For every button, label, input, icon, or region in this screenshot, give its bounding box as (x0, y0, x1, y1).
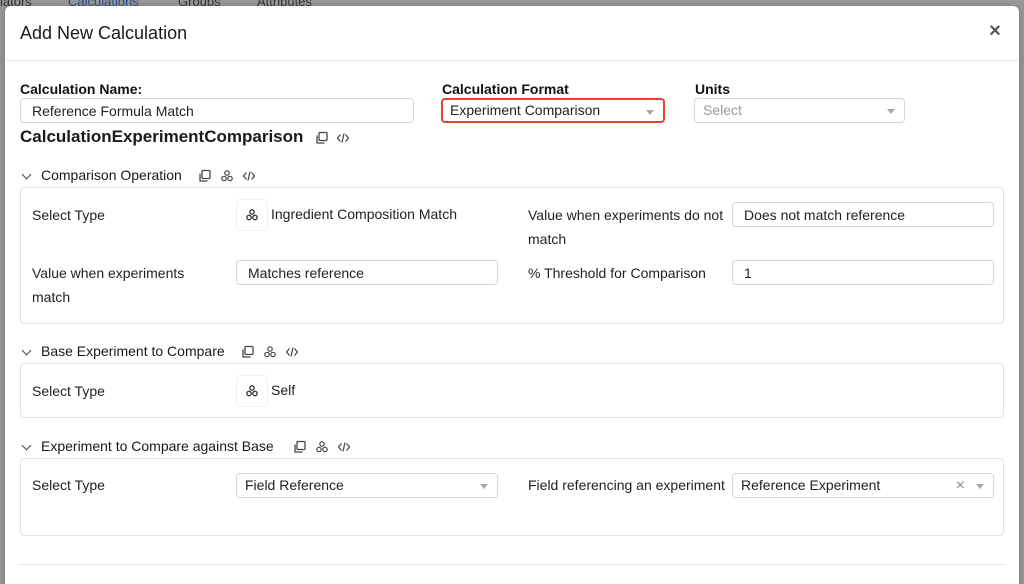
calculation-name-input[interactable] (20, 98, 414, 123)
clear-icon[interactable]: × (956, 474, 965, 497)
copy-icon[interactable] (315, 131, 329, 145)
threshold-input[interactable] (732, 260, 994, 285)
field-referencing-label: Field referencing an experiment (528, 477, 725, 493)
field-reference-select[interactable]: Field Reference (236, 473, 498, 498)
units-placeholder: Select (703, 102, 742, 118)
section-title: Base Experiment to Compare (41, 343, 225, 359)
no-match-input[interactable] (732, 202, 994, 227)
threshold-label: % Threshold for Comparison (528, 265, 706, 281)
chevron-down-icon (21, 345, 32, 356)
cluster-icon[interactable] (220, 169, 234, 183)
chevron-down-icon (976, 484, 984, 489)
code-icon[interactable] (336, 131, 350, 145)
section-title: Experiment to Compare against Base (41, 438, 274, 454)
chevron-down-icon (21, 440, 32, 451)
code-icon[interactable] (337, 440, 351, 454)
match-label: Value when experiments match (32, 265, 185, 305)
copy-icon[interactable] (198, 169, 212, 183)
copy-icon[interactable] (293, 440, 307, 454)
select-type-value: Ingredient Composition Match (271, 206, 457, 222)
type-selector[interactable] (237, 200, 267, 230)
units-select[interactable]: Select (694, 98, 905, 123)
calculation-name-label: Calculation Name: (20, 81, 143, 97)
chevron-down-icon (887, 109, 895, 114)
reference-experiment-select[interactable]: Reference Experiment × (732, 473, 994, 498)
comparison-operation-panel: Select Type Ingredient Composition Match… (20, 187, 1004, 324)
select-type-label: Select Type (32, 477, 105, 493)
section-header-base-experiment[interactable]: Base Experiment to Compare (20, 343, 260, 361)
chevron-down-icon (646, 110, 654, 115)
section-title: Comparison Operation (41, 167, 182, 183)
section-header-compare-against[interactable]: Experiment to Compare against Base (20, 438, 310, 456)
calculation-identifier: CalculationExperimentComparison (20, 127, 304, 146)
select-type-label: Select Type (32, 207, 105, 223)
calculation-format-label: Calculation Format (442, 81, 569, 97)
code-icon[interactable] (242, 169, 256, 183)
base-experiment-panel: Select Type Self (20, 363, 1004, 418)
no-match-label: Value when experiments do not match (528, 207, 724, 247)
calculation-format-select[interactable]: Experiment Comparison (441, 98, 665, 123)
modal-title: Add New Calculation (20, 23, 188, 43)
select-type-label: Select Type (32, 383, 105, 399)
calculation-format-value: Experiment Comparison (450, 102, 601, 118)
reference-experiment-value: Reference Experiment (741, 477, 881, 493)
divider (20, 564, 1004, 565)
units-label: Units (695, 81, 730, 97)
field-reference-value: Field Reference (245, 477, 344, 493)
modal-header: Add New Calculation × (5, 6, 1019, 61)
close-icon[interactable]: × (985, 21, 1005, 41)
code-icon[interactable] (285, 345, 299, 359)
add-calculation-modal: Add New Calculation × Calculation Name: … (5, 6, 1019, 584)
compare-against-panel: Select Type Field Reference Field refere… (20, 458, 1004, 536)
chevron-down-icon (21, 169, 32, 180)
cluster-icon[interactable] (263, 345, 277, 359)
select-type-value: Self (271, 382, 296, 398)
match-input[interactable] (236, 260, 498, 285)
copy-icon[interactable] (241, 345, 255, 359)
type-selector[interactable] (237, 376, 267, 406)
cluster-icon (246, 385, 258, 397)
cluster-icon[interactable] (315, 440, 329, 454)
cluster-icon (246, 209, 258, 221)
section-header-comparison-operation[interactable]: Comparison Operation (20, 167, 280, 185)
chevron-down-icon (480, 484, 488, 489)
